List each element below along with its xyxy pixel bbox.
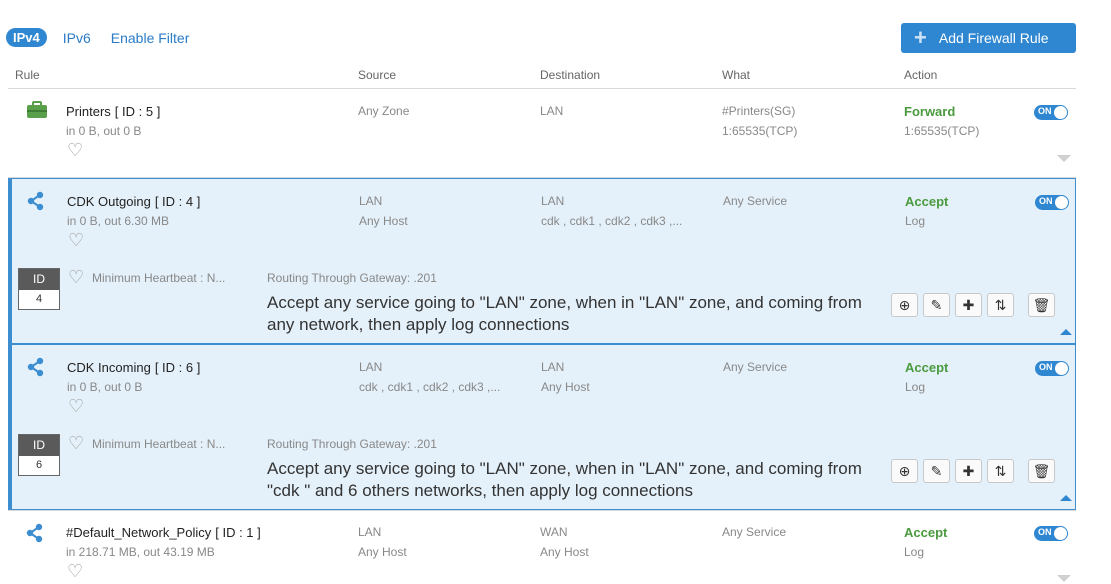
clone-button[interactable]: ⊕	[891, 293, 918, 317]
rule-traffic: in 0 B, out 6.30 MB	[67, 214, 170, 228]
rule-toggle[interactable]: ON	[1035, 361, 1069, 376]
rule-description: Accept any service going to "LAN" zone, …	[267, 459, 862, 500]
clone-icon: ⊕	[898, 462, 911, 479]
move-button[interactable]: ⇅	[987, 459, 1014, 483]
trash-icon: 🗑	[1032, 462, 1051, 479]
rule-name[interactable]: CDK Incoming[ ID : 6 ]	[67, 360, 200, 375]
rule-toggle[interactable]: ON	[1035, 195, 1069, 210]
destination-zone: LAN	[541, 360, 565, 374]
pencil-icon: ✎	[930, 462, 943, 479]
rule-traffic: in 218.71 MB, out 43.19 MB	[66, 545, 215, 559]
rule-id-box: ID 4	[18, 268, 60, 310]
service: Any Service	[723, 194, 788, 208]
rule-id-box: ID 6	[18, 434, 60, 476]
heart-icon[interactable]: ♡	[68, 231, 84, 249]
rule-id-number: 4	[35, 293, 43, 305]
destination-zone: LAN	[540, 104, 564, 118]
protocol-tabs: IPv4 IPv6 Enable Filter	[6, 28, 209, 47]
heart-icon[interactable]: ♡	[68, 397, 84, 415]
plus-icon: ✚	[962, 462, 975, 479]
action-detail: Log	[905, 214, 926, 228]
routing-info: Routing Through Gateway: .201	[267, 437, 437, 451]
share-icon	[27, 191, 45, 214]
heartbeat-info: Minimum Heartbeat : N...	[92, 271, 226, 285]
rule-traffic: in 0 B, out 0 B	[67, 380, 143, 394]
source-zone: Any Zone	[358, 104, 410, 118]
column-header-source: Source	[358, 68, 397, 82]
move-icon: ⇅	[994, 462, 1007, 479]
column-header-destination: Destination	[540, 68, 601, 82]
add-button[interactable]: ✚	[955, 459, 982, 483]
source-networks: Any Host	[358, 545, 407, 559]
enable-filter-link[interactable]: Enable Filter	[111, 30, 190, 46]
service: Any Service	[723, 360, 788, 374]
rule-id-number: 6	[35, 459, 43, 471]
rule-row[interactable]: CDK Incoming[ ID : 6 ] in 0 B, out 0 B ♡…	[8, 344, 1076, 510]
source-zone: LAN	[359, 360, 383, 374]
action-detail: 1:65535(TCP)	[904, 124, 980, 138]
service: #Printers(SG)	[722, 104, 796, 118]
action-detail: Log	[905, 380, 926, 394]
edit-button[interactable]: ✎	[923, 293, 950, 317]
clone-button[interactable]: ⊕	[891, 459, 918, 483]
clone-icon: ⊕	[898, 296, 911, 313]
heart-icon[interactable]: ♡	[67, 562, 83, 580]
briefcase-icon	[26, 101, 48, 122]
rule-row[interactable]: CDK Outgoing[ ID : 4 ] in 0 B, out 6.30 …	[8, 178, 1076, 344]
routing-info: Routing Through Gateway: .201	[267, 271, 437, 285]
tab-ipv6[interactable]: IPv6	[63, 30, 91, 46]
heart-icon[interactable]: ♡	[67, 141, 83, 159]
pencil-icon: ✎	[930, 296, 943, 313]
rule-traffic: in 0 B, out 0 B	[66, 124, 142, 138]
rule-action: Accept	[905, 360, 949, 375]
destination-networks: Any Host	[540, 545, 589, 559]
rule-row[interactable]: #Default_Network_Policy[ ID : 1 ] in 218…	[8, 510, 1076, 584]
move-button[interactable]: ⇅	[987, 293, 1014, 317]
destination-zone: LAN	[541, 194, 565, 208]
delete-button[interactable]: 🗑	[1028, 459, 1055, 483]
destination-networks: cdk , cdk1 , cdk2 , cdk3 ,...	[541, 214, 683, 228]
column-header-action: Action	[904, 68, 938, 82]
delete-button[interactable]: 🗑	[1028, 293, 1055, 317]
plus-icon: ✚	[962, 296, 975, 313]
heartbeat-info: Minimum Heartbeat : N...	[92, 437, 226, 451]
service: Any Service	[722, 525, 787, 539]
heart-icon[interactable]: ♡	[68, 434, 84, 452]
rule-toggle[interactable]: ON	[1034, 526, 1068, 541]
add-firewall-rule-button[interactable]: + Add Firewall Rule	[901, 23, 1076, 53]
share-icon	[27, 357, 45, 380]
trash-icon: 🗑	[1032, 296, 1051, 313]
rule-name[interactable]: CDK Outgoing[ ID : 4 ]	[67, 194, 200, 209]
add-firewall-rule-label: Add Firewall Rule	[938, 30, 1049, 46]
column-header-rule: Rule	[15, 68, 40, 82]
destination-networks: Any Host	[541, 380, 590, 394]
rule-action: Forward	[904, 104, 956, 119]
source-zone: LAN	[359, 194, 383, 208]
move-icon: ⇅	[994, 296, 1007, 313]
source-networks: cdk , cdk1 , cdk2 , cdk3 ,...	[359, 380, 501, 394]
expand-arrow-icon[interactable]	[1057, 575, 1071, 582]
destination-zone: WAN	[540, 525, 568, 539]
expand-arrow-icon[interactable]	[1057, 155, 1071, 162]
share-icon	[26, 523, 44, 546]
rule-name[interactable]: #Default_Network_Policy[ ID : 1 ]	[66, 525, 261, 540]
rule-row[interactable]: Printers[ ID : 5 ] in 0 B, out 0 B ♡ Any…	[8, 88, 1076, 178]
edit-button[interactable]: ✎	[923, 459, 950, 483]
tab-ipv4[interactable]: IPv4	[6, 28, 47, 47]
rule-action: Accept	[904, 525, 948, 540]
service-ports: 1:65535(TCP)	[722, 124, 798, 138]
rule-action: Accept	[905, 194, 949, 209]
rule-toggle[interactable]: ON	[1034, 105, 1068, 120]
plus-icon: +	[914, 25, 927, 50]
source-networks: Any Host	[359, 214, 408, 228]
heart-icon[interactable]: ♡	[68, 268, 84, 286]
column-header-what: What	[722, 68, 751, 82]
collapse-arrow-icon[interactable]	[1060, 329, 1072, 335]
source-zone: LAN	[358, 525, 382, 539]
action-detail: Log	[904, 545, 925, 559]
rule-name[interactable]: Printers[ ID : 5 ]	[66, 104, 160, 119]
add-button[interactable]: ✚	[955, 293, 982, 317]
rule-description: Accept any service going to "LAN" zone, …	[267, 293, 862, 334]
collapse-arrow-icon[interactable]	[1060, 495, 1072, 501]
